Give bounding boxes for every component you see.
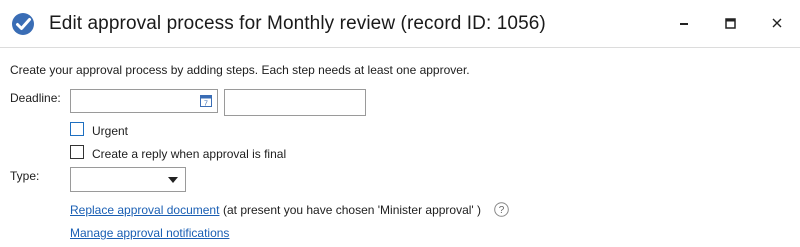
reply-when-final-checkbox[interactable] — [70, 145, 84, 159]
reply-when-final-label: Create a reply when approval is final — [92, 147, 287, 161]
deadline-label: Deadline: — [10, 91, 61, 105]
dialog-content: Create your approval process by adding s… — [0, 48, 800, 247]
maximize-icon — [725, 18, 736, 29]
type-label: Type: — [10, 169, 40, 183]
replace-document-link[interactable]: Replace approval document — [70, 203, 219, 217]
window-title: Edit approval process for Monthly review… — [49, 13, 546, 34]
close-button[interactable] — [754, 0, 800, 47]
minimize-button[interactable] — [661, 0, 707, 47]
title-bar: Edit approval process for Monthly review… — [0, 0, 800, 48]
current-choice-note: (at present you have chosen 'Minister ap… — [223, 203, 482, 217]
help-icon[interactable]: ? — [494, 202, 509, 217]
close-icon — [772, 18, 782, 28]
chevron-down-icon — [168, 177, 178, 183]
minimize-icon — [680, 23, 688, 25]
urgent-label: Urgent — [92, 124, 129, 138]
manage-notifications-link[interactable]: Manage approval notifications — [70, 226, 229, 240]
approval-check-icon — [12, 13, 34, 35]
intro-text: Create your approval process by adding s… — [10, 63, 470, 77]
calendar-day-text: 7 — [204, 101, 208, 108]
urgent-checkbox[interactable] — [70, 122, 84, 136]
type-select[interactable] — [70, 167, 186, 192]
maximize-button[interactable] — [707, 0, 753, 47]
deadline-time-input[interactable] — [224, 89, 366, 116]
deadline-date-input[interactable]: 7 — [70, 89, 218, 113]
calendar-icon[interactable]: 7 — [200, 94, 212, 107]
svg-text:?: ? — [499, 205, 505, 216]
